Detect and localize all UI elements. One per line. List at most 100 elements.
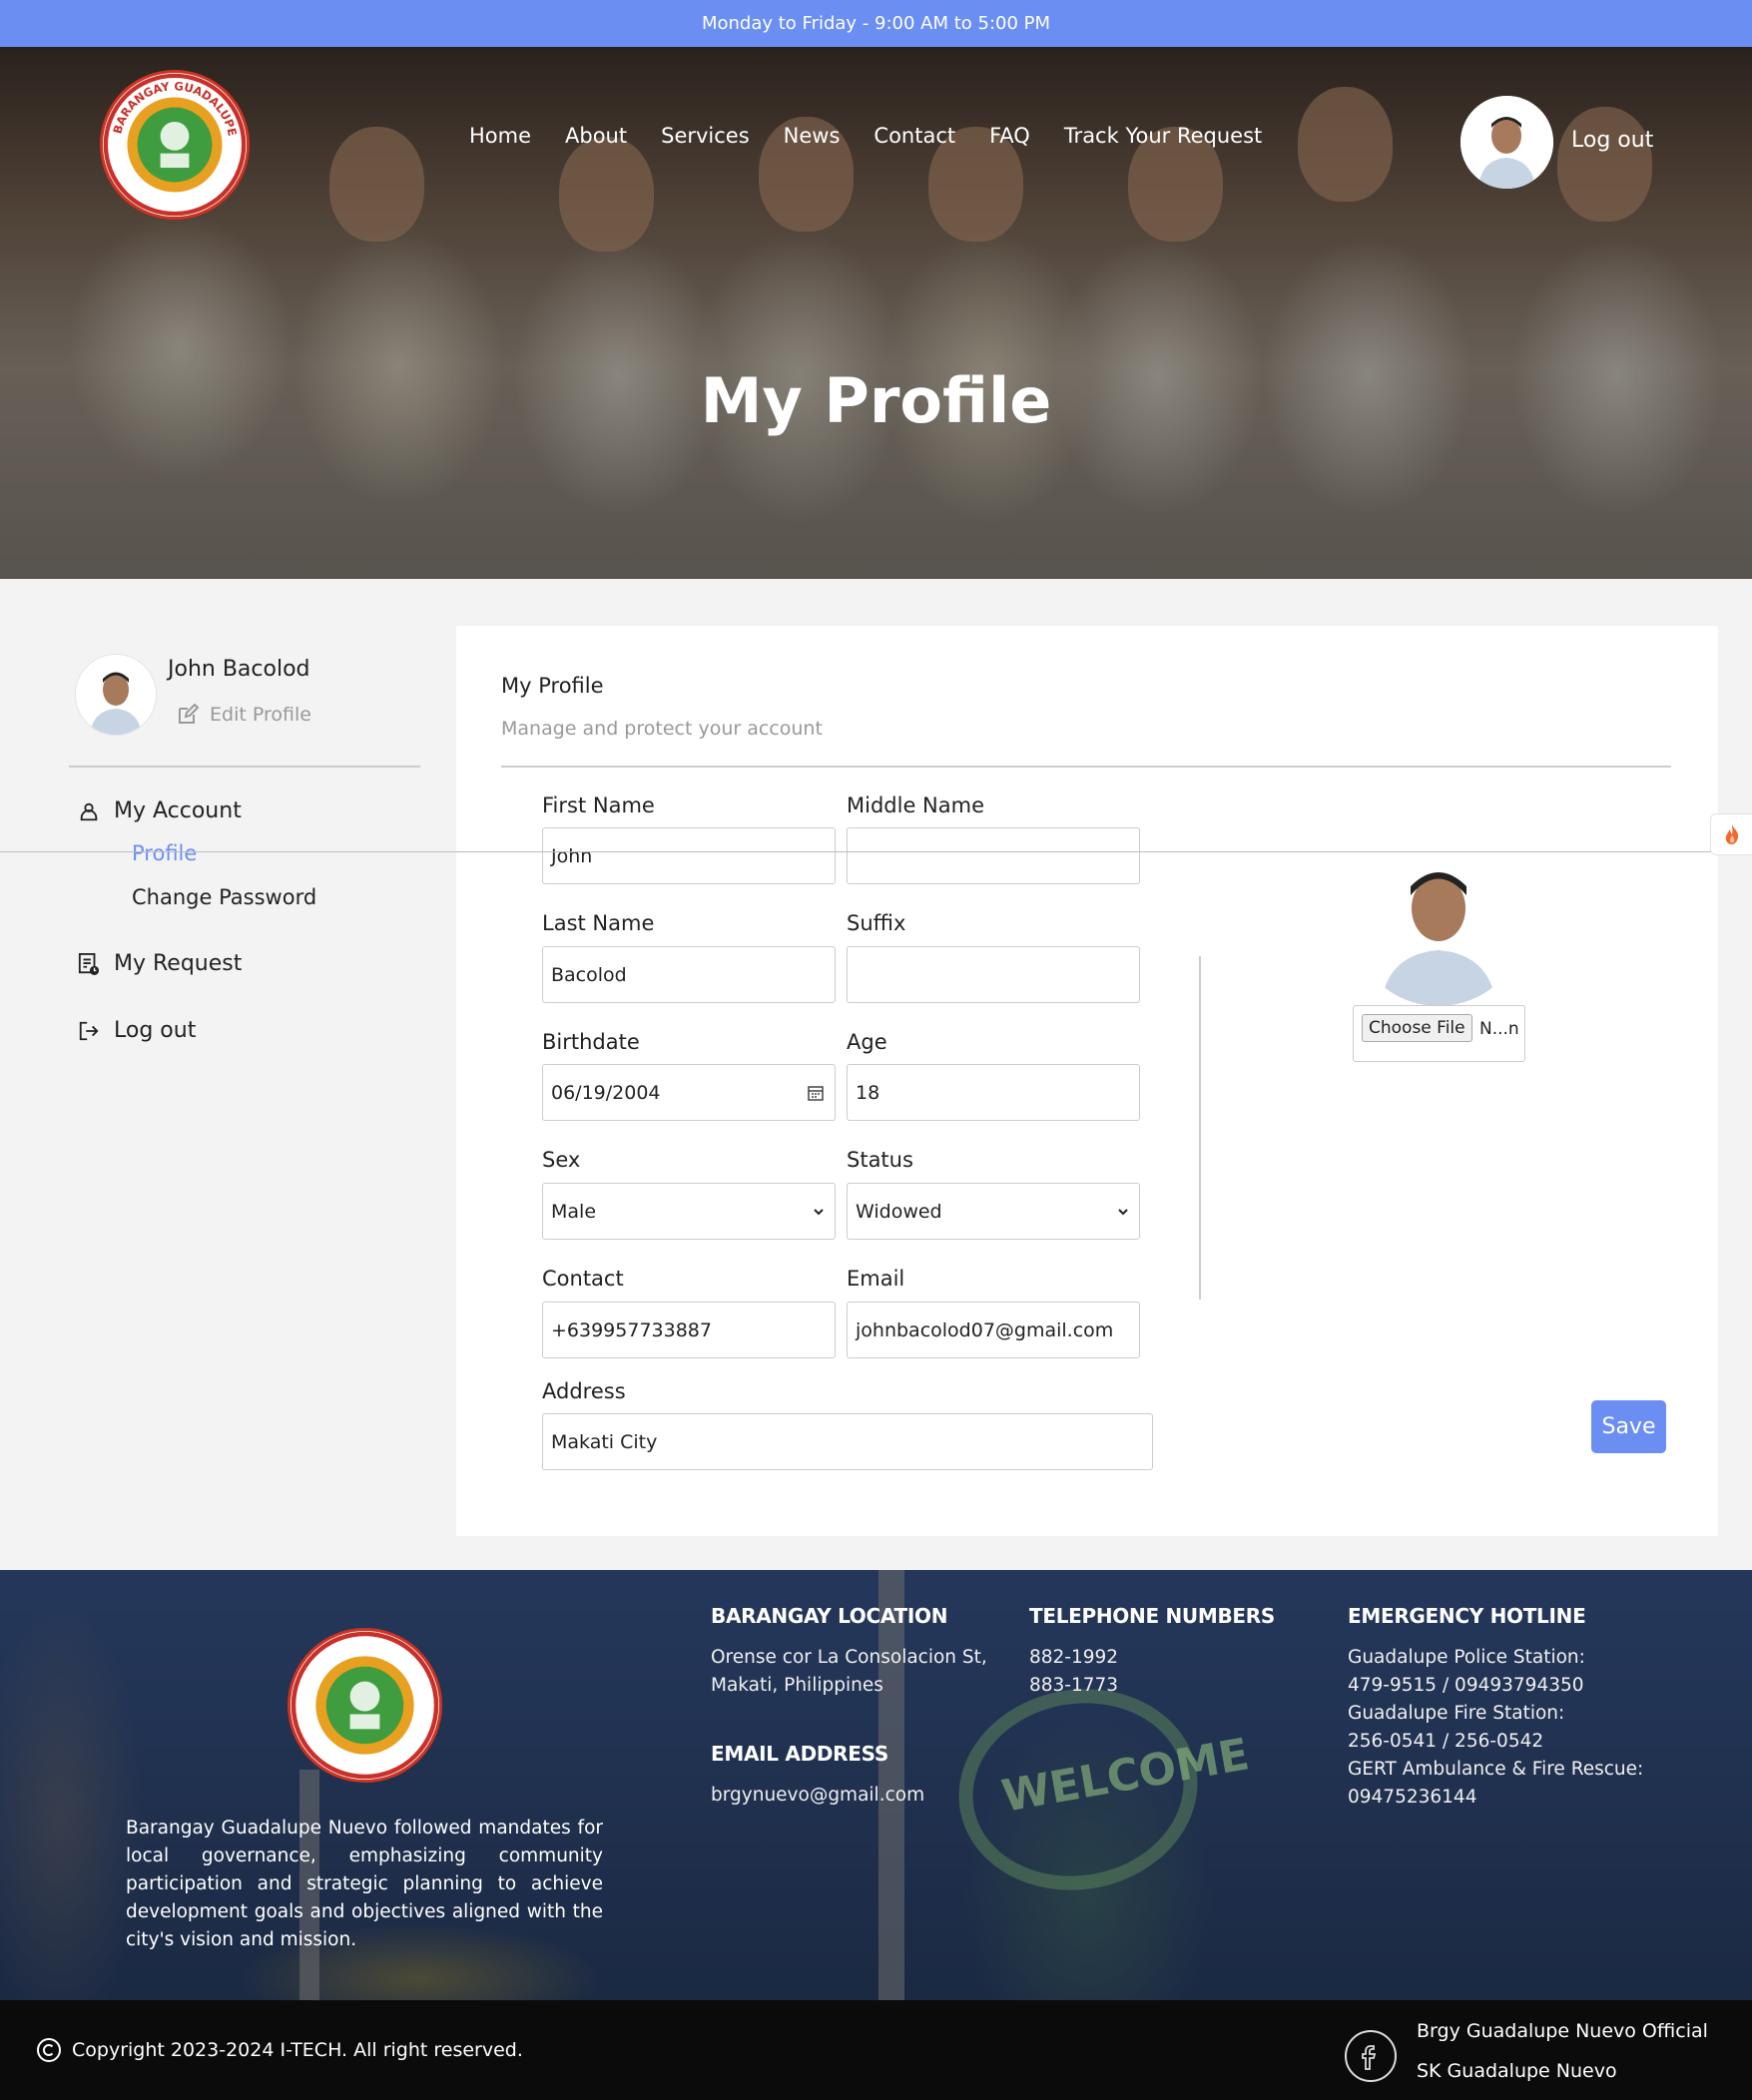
contact-label: Contact — [542, 1267, 624, 1291]
sidebar-avatar — [76, 655, 156, 735]
sex-selected-value: Male — [551, 1200, 597, 1223]
flame-icon — [1725, 824, 1738, 844]
choose-file-button[interactable]: Choose File — [1362, 1014, 1472, 1042]
sex-select[interactable]: Male — [542, 1183, 836, 1240]
footer-logo — [288, 1628, 442, 1783]
email-field[interactable]: johnbacolod07@gmail.com — [847, 1302, 1140, 1358]
address-label: Address — [542, 1379, 626, 1403]
nav-track-request[interactable]: Track Your Request — [1064, 124, 1262, 148]
sidebar-item-label: Log out — [114, 1018, 197, 1043]
birthdate-field[interactable]: 06/19/2004 — [542, 1064, 836, 1121]
nav-contact[interactable]: Contact — [874, 124, 955, 148]
header-logout-link[interactable]: Log out — [1571, 128, 1653, 153]
emergency-heading: EMERGENCY HOTLINE — [1348, 1604, 1586, 1628]
profile-photo — [1351, 830, 1526, 1006]
sidebar-item-my-request[interactable]: My Request — [78, 951, 242, 976]
location-line-2: Makati, Philippines — [711, 1675, 883, 1696]
form-column-divider — [1199, 956, 1201, 1300]
emergency-line: Guadalupe Police Station: — [1348, 1647, 1585, 1668]
suffix-field[interactable] — [847, 946, 1140, 1003]
emergency-line: 256-0541 / 256-0542 — [1348, 1731, 1544, 1752]
facebook-icon — [1362, 2045, 1377, 2070]
copyright-icon — [37, 2038, 61, 2062]
form-title: My Profile — [501, 674, 604, 698]
sidebar-divider — [69, 766, 420, 768]
telephone-1: 882-1992 — [1029, 1647, 1119, 1668]
user-icon — [80, 802, 98, 820]
sidebar-item-label: My Request — [114, 951, 243, 976]
header-avatar[interactable] — [1460, 96, 1553, 189]
selected-file-name: N...n — [1479, 1019, 1519, 1039]
chevron-down-icon — [814, 1208, 824, 1215]
photo-upload-field[interactable]: Choose File N...n — [1353, 1005, 1525, 1062]
edit-profile-label: Edit Profile — [210, 704, 311, 726]
barangay-seal-icon: BARANGAY GUADALUPE NUEVO CITY OF MAKATI … — [103, 73, 247, 217]
floating-flame-button[interactable] — [1710, 813, 1752, 855]
copyright: Copyright 2023-2024 I-TECH. All right re… — [36, 2037, 523, 2063]
location-line-1: Orense cor La Consolacion St, — [711, 1647, 987, 1668]
barangay-logo[interactable]: BARANGAY GUADALUPE NUEVO CITY OF MAKATI … — [100, 70, 250, 220]
guide-line — [0, 851, 1752, 852]
user-photo-icon — [1351, 830, 1526, 1006]
sex-label: Sex — [542, 1148, 581, 1172]
edit-profile-link[interactable]: Edit Profile — [176, 703, 311, 727]
address-field[interactable]: Makati City — [542, 1413, 1153, 1470]
request-document-icon — [78, 952, 100, 975]
nav-services[interactable]: Services — [661, 124, 750, 148]
sidebar-item-logout[interactable]: Log out — [78, 1018, 196, 1043]
user-photo-icon — [1460, 96, 1553, 189]
emergency-line: Guadalupe Fire Station: — [1348, 1703, 1565, 1724]
facebook-page-official[interactable]: Brgy Guadalupe Nuevo Official — [1417, 2020, 1708, 2042]
barangay-seal-icon — [291, 1631, 439, 1780]
last-name-field[interactable]: Bacolod — [542, 946, 836, 1003]
contact-field[interactable]: +639957733887 — [542, 1302, 836, 1358]
footer-about-text: Barangay Guadalupe Nuevo followed mandat… — [126, 1818, 603, 1950]
facebook-link[interactable] — [1345, 2030, 1397, 2082]
footer-email[interactable]: brgynuevo@gmail.com — [711, 1782, 924, 1810]
emergency-line: GERT Ambulance & Fire Rescue: — [1348, 1759, 1644, 1780]
location-heading: BARANGAY LOCATION — [711, 1604, 948, 1628]
emergency-line: 09475236144 — [1348, 1787, 1477, 1808]
last-name-label: Last Name — [542, 911, 655, 935]
nav-about[interactable]: About — [565, 124, 627, 148]
email-label: Email — [847, 1267, 905, 1291]
nav-home[interactable]: Home — [469, 124, 531, 148]
profile-form-card: My Profile Manage and protect your accou… — [456, 626, 1718, 1536]
birthdate-label: Birthdate — [542, 1030, 640, 1054]
facebook-page-sk[interactable]: SK Guadalupe Nuevo — [1417, 2060, 1617, 2082]
suffix-label: Suffix — [847, 911, 906, 935]
birthdate-value: 06/19/2004 — [551, 1081, 661, 1104]
logout-icon — [79, 1021, 99, 1040]
sidebar-item-my-account[interactable]: My Account — [78, 798, 242, 823]
status-label: Status — [847, 1148, 913, 1172]
office-hours-bar: Monday to Friday - 9:00 AM to 5:00 PM — [0, 0, 1752, 47]
chevron-down-icon — [1118, 1208, 1128, 1215]
sidebar-item-change-password[interactable]: Change Password — [132, 885, 316, 909]
save-button[interactable]: Save — [1591, 1400, 1666, 1453]
sidebar-item-label: My Account — [114, 798, 242, 823]
nav-news[interactable]: News — [784, 124, 841, 148]
age-field[interactable]: 18 — [847, 1064, 1140, 1121]
welcome-sign-text: WELCOME — [997, 1729, 1253, 1823]
middle-name-label: Middle Name — [847, 793, 984, 817]
telephone-heading: TELEPHONE NUMBERS — [1029, 1604, 1275, 1628]
user-photo-icon — [76, 655, 156, 735]
calendar-icon[interactable] — [807, 1084, 825, 1102]
form-divider — [501, 766, 1671, 768]
first-name-field[interactable]: John — [542, 827, 836, 884]
form-subtitle: Manage and protect your account — [501, 718, 823, 740]
nav-faq[interactable]: FAQ — [989, 124, 1030, 148]
email-heading: EMAIL ADDRESS — [711, 1742, 888, 1766]
first-name-label: First Name — [542, 793, 655, 817]
welcome-sign: WELCOME — [942, 1670, 1253, 1909]
page-title: My Profile — [700, 364, 1052, 437]
sidebar-item-profile[interactable]: Profile — [132, 841, 197, 865]
main-nav: Home About Services News Contact FAQ Tra… — [469, 124, 1296, 148]
telephone-2: 883-1773 — [1029, 1675, 1119, 1696]
emergency-line: 479-9515 / 09493794350 — [1348, 1675, 1584, 1696]
edit-icon — [179, 703, 200, 724]
copyright-text: Copyright 2023-2024 I-TECH. All right re… — [72, 2039, 523, 2061]
status-select[interactable]: Widowed — [847, 1183, 1140, 1240]
middle-name-field[interactable] — [847, 827, 1140, 884]
age-label: Age — [847, 1030, 887, 1054]
